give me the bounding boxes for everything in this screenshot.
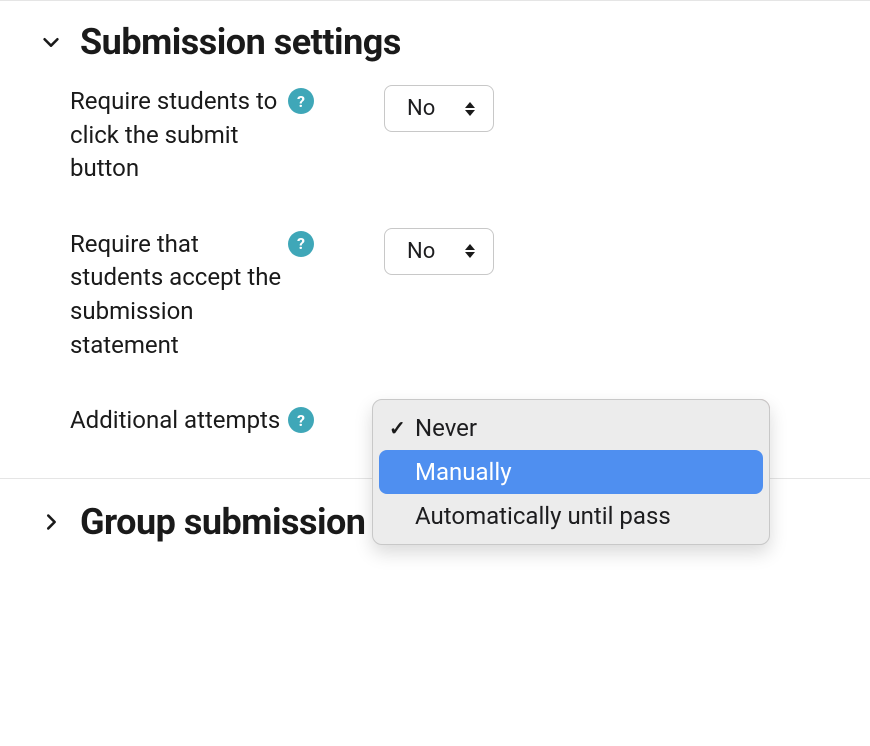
help-icon[interactable]: ? (288, 231, 314, 257)
check-icon: ✓ (389, 416, 415, 440)
option-never[interactable]: ✓ Never (379, 406, 763, 450)
submission-settings-title: Submission settings (80, 21, 401, 63)
label-container: Require students to click the submit but… (40, 85, 330, 186)
submission-settings-toggle[interactable]: Submission settings (40, 21, 830, 63)
require-statement-label: Require that students accept the submiss… (70, 228, 288, 362)
option-label: Automatically until pass (415, 502, 671, 530)
label-container: Require that students accept the submiss… (40, 228, 330, 362)
label-container: Additional attempts ? (40, 404, 330, 438)
control-container: No (330, 85, 494, 132)
control-container: No (330, 228, 494, 275)
select-value: No (407, 96, 435, 121)
field-require-statement: Require that students accept the submiss… (40, 228, 830, 362)
help-icon[interactable]: ? (288, 407, 314, 433)
additional-attempts-dropdown[interactable]: ✓ Never Manually Automatically until pas… (372, 399, 770, 545)
option-label: Never (415, 414, 477, 442)
help-icon[interactable]: ? (288, 88, 314, 114)
require-submit-click-label: Require students to click the submit but… (70, 85, 288, 186)
chevron-right-icon (40, 511, 62, 533)
require-statement-select[interactable]: No (384, 228, 494, 275)
sort-icon (465, 102, 475, 116)
option-manually[interactable]: Manually (379, 450, 763, 494)
option-automatically-until-pass[interactable]: Automatically until pass (379, 494, 763, 538)
require-submit-click-select[interactable]: No (384, 85, 494, 132)
sort-icon (465, 244, 475, 258)
additional-attempts-label: Additional attempts (70, 404, 280, 438)
select-value: No (407, 239, 435, 264)
field-require-submit-click: Require students to click the submit but… (40, 85, 830, 186)
chevron-down-icon (40, 31, 62, 53)
field-additional-attempts: Additional attempts ? ✓ Never Manually A… (40, 404, 830, 438)
submission-settings-section: Submission settings Require students to … (0, 1, 870, 478)
option-label: Manually (415, 458, 512, 486)
